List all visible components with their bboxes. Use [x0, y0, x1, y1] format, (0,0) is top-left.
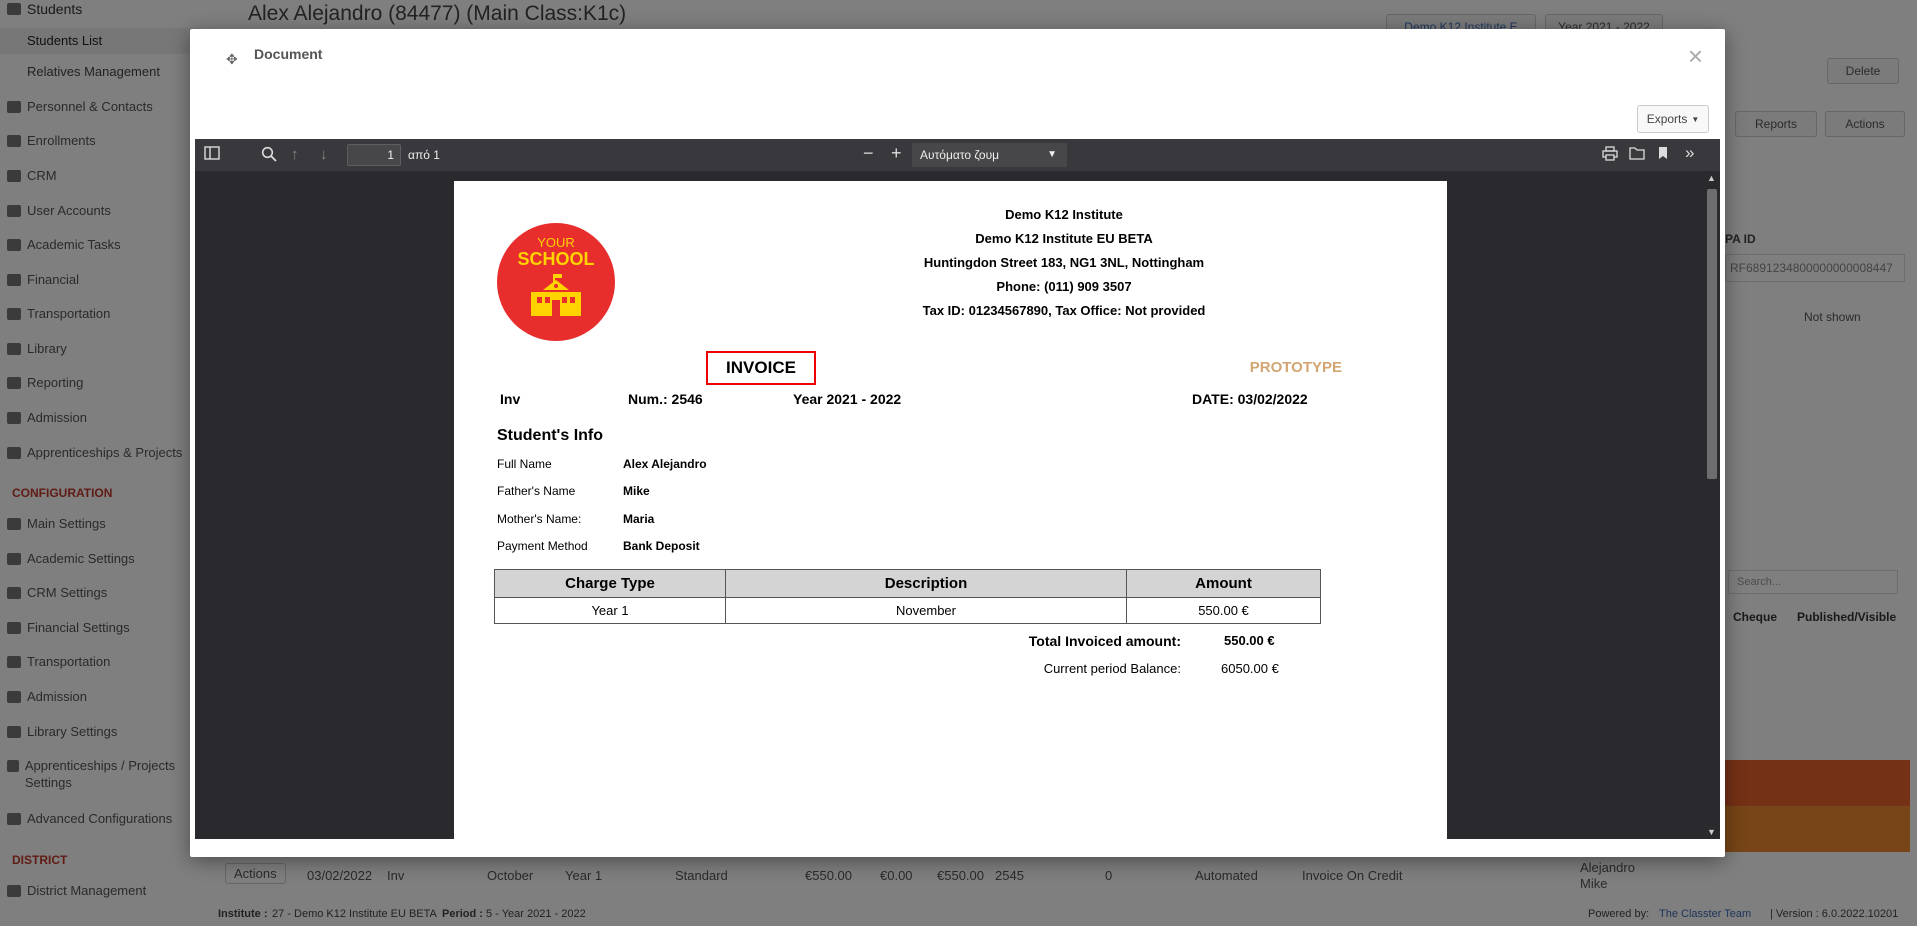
table-row: Year 1 November 550.00 €: [494, 597, 1321, 624]
total-value: 550.00 €: [1224, 633, 1275, 648]
invoice-number: Num.: 2546: [628, 391, 703, 407]
balance-value: 6050.00 €: [1221, 661, 1279, 676]
arrow-down-icon[interactable]: ↓: [320, 146, 328, 164]
school-building-icon: [531, 274, 581, 316]
invoice-year: Year 2021 - 2022: [793, 391, 902, 407]
search-icon[interactable]: [261, 146, 277, 167]
page-number-input[interactable]: 1: [347, 144, 401, 166]
institute-address: Huntingdon Street 183, NG1 3NL, Nottingh…: [923, 255, 1205, 270]
exports-button[interactable]: Exports ▼: [1637, 105, 1709, 133]
father-name-label: Father's Name: [497, 484, 576, 498]
payment-method-value: Bank Deposit: [623, 539, 700, 553]
col-charge-type: Charge Type: [494, 569, 726, 598]
zoom-select[interactable]: Αυτόματο ζουμ ▼: [912, 143, 1067, 167]
scroll-down-icon[interactable]: ▼: [1707, 827, 1716, 837]
cell-charge-type: Year 1: [494, 597, 726, 624]
full-name-value: Alex Alejandro: [623, 457, 707, 471]
page-count: από 1: [408, 148, 440, 162]
logo-text-your: YOUR: [537, 235, 575, 250]
full-name-label: Full Name: [497, 457, 552, 471]
father-name-value: Mike: [623, 484, 650, 498]
charges-table: Charge Type Description Amount Year 1 No…: [494, 569, 1321, 624]
student-info-title: Student's Info: [497, 427, 604, 444]
prototype-label: PROTOTYPE: [1249, 359, 1342, 376]
institute-subname: Demo K12 Institute EU BETA: [975, 231, 1153, 246]
caret-down-icon: ▼: [1691, 114, 1700, 124]
zoom-value: Αυτόματο ζουμ: [920, 148, 1000, 162]
invoice-heading: INVOICE: [706, 351, 816, 385]
zoom-in-icon[interactable]: +: [891, 144, 902, 162]
arrow-up-icon[interactable]: ↑: [291, 146, 299, 164]
zoom-out-icon[interactable]: −: [863, 144, 874, 162]
total-label: Total Invoiced amount:: [1028, 633, 1181, 649]
institute-tax: Tax ID: 01234567890, Tax Office: Not pro…: [922, 303, 1206, 318]
doc-type: Inv: [500, 391, 521, 407]
pdf-page: YOUR SCHOOL Demo K12 Institute Demo K12 …: [454, 181, 1447, 839]
cell-amount: 550.00 €: [1126, 597, 1321, 624]
pdf-viewer: ↑ ↓ 1 από 1 − + Αυτόματο ζουμ ▼ » ▲ ▼ YO…: [195, 139, 1720, 839]
invoice-date: DATE: 03/02/2022: [1192, 391, 1308, 407]
double-chevron-right-icon[interactable]: »: [1685, 144, 1694, 162]
open-file-icon[interactable]: [1629, 146, 1645, 165]
scroll-thumb[interactable]: [1707, 189, 1717, 479]
pdf-toolbar: ↑ ↓ 1 από 1 − + Αυτόματο ζουμ ▼ »: [195, 139, 1720, 171]
document-modal: ✥ Document × Exports ▼ ↑ ↓ 1 από 1 − + Α…: [190, 29, 1725, 857]
mother-name-value: Maria: [623, 512, 655, 526]
move-icon[interactable]: ✥: [226, 51, 238, 68]
scrollbar[interactable]: ▲ ▼: [1704, 171, 1720, 839]
sidebar-toggle-icon[interactable]: [204, 146, 220, 165]
logo-text-school: SCHOOL: [517, 249, 595, 269]
balance-label: Current period Balance:: [1043, 661, 1181, 676]
exports-label: Exports: [1646, 112, 1688, 126]
bookmark-icon[interactable]: [1658, 146, 1668, 165]
col-amount: Amount: [1126, 569, 1321, 598]
close-icon[interactable]: ×: [1688, 41, 1703, 72]
school-logo: YOUR SCHOOL: [497, 223, 615, 341]
mother-name-label: Mother's Name:: [497, 512, 582, 526]
modal-title: Document: [254, 46, 323, 62]
institute-name: Demo K12 Institute: [1005, 207, 1123, 222]
print-icon[interactable]: [1602, 146, 1618, 166]
col-description: Description: [725, 569, 1127, 598]
scroll-up-icon[interactable]: ▲: [1707, 173, 1716, 183]
chevron-down-icon: ▼: [1047, 149, 1057, 160]
payment-method-label: Payment Method: [497, 539, 588, 553]
cell-description: November: [725, 597, 1127, 624]
institute-phone: Phone: (011) 909 3507: [996, 279, 1132, 294]
